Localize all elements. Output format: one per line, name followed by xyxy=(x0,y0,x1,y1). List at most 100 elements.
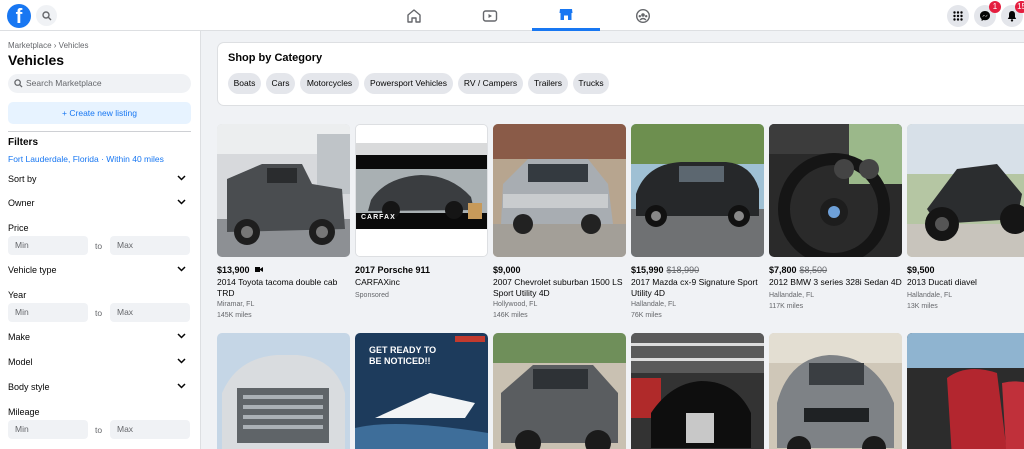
breadcrumb[interactable]: Marketplace › Vehicles xyxy=(8,41,88,50)
category-rv-campers[interactable]: RV / Campers xyxy=(458,73,523,94)
category-boats[interactable]: Boats xyxy=(228,73,261,94)
home-icon xyxy=(407,8,421,23)
sort-by-filter[interactable]: Sort by xyxy=(8,173,189,187)
listing-price: $13,900 xyxy=(217,265,264,275)
listing-location: Hallandale, FL xyxy=(769,292,815,299)
shop-by-category: Shop by Category Boats Cars Motorcycles … xyxy=(217,42,1024,106)
nav-groups[interactable] xyxy=(609,0,677,31)
chevron-down-icon xyxy=(177,266,186,272)
listing-mileage: 76K miles xyxy=(631,312,662,319)
page-title: Vehicles xyxy=(8,52,65,68)
listing-mileage: 13K miles xyxy=(907,303,938,310)
model-filter[interactable]: Model xyxy=(8,356,189,370)
mileage-to-label: to xyxy=(95,425,103,435)
listing-title: 2007 Chevrolet suburban 1500 LS Sport Ut… xyxy=(493,277,623,298)
nav-watch[interactable] xyxy=(456,0,524,31)
listing-photo[interactable] xyxy=(217,124,350,257)
listing-mileage: 145K miles xyxy=(217,312,252,319)
search-icon xyxy=(41,10,51,20)
search-input[interactable]: Search Marketplace xyxy=(8,74,191,93)
search-icon xyxy=(14,79,23,88)
marketplace-icon xyxy=(559,9,573,20)
listing-photo[interactable] xyxy=(493,124,626,257)
price-max-input[interactable]: Max xyxy=(110,236,190,255)
listing-location: Hallandale, FL xyxy=(631,301,677,308)
facebook-logo[interactable]: f xyxy=(7,4,31,28)
make-filter[interactable]: Make xyxy=(8,331,189,345)
top-navigation-bar: f 1 15 xyxy=(0,0,1024,31)
grid-menu-icon xyxy=(953,11,963,21)
listing-price-value: $7,800 xyxy=(769,265,797,275)
search-placeholder: Search Marketplace xyxy=(26,78,102,88)
nav-home[interactable] xyxy=(380,0,448,31)
listing-location: Hollywood, FL xyxy=(493,301,538,308)
make-label: Make xyxy=(8,332,31,342)
price-label: Price xyxy=(8,223,29,233)
video-badge-icon xyxy=(255,267,264,272)
create-listing-button[interactable]: + Create new listing xyxy=(8,102,191,124)
listing-photo[interactable] xyxy=(217,333,350,449)
vehicle-type-label: Vehicle type xyxy=(8,265,57,275)
listing-photo[interactable] xyxy=(907,333,1024,449)
listing-photo[interactable]: CARFAX xyxy=(355,124,488,257)
notifications-button[interactable]: 15 xyxy=(1001,1,1024,27)
model-label: Model xyxy=(8,357,33,367)
body-style-filter[interactable]: Body style xyxy=(8,381,189,395)
listing-old-price: $18,990 xyxy=(666,265,700,275)
listing-price-value: $15,990 xyxy=(631,265,664,275)
carfax-logo: CARFAX xyxy=(361,214,396,221)
nav-marketplace[interactable] xyxy=(532,0,600,31)
chevron-down-icon xyxy=(177,199,186,205)
messenger-button[interactable]: 1 xyxy=(974,1,1001,27)
category-powersport-vehicles[interactable]: Powersport Vehicles xyxy=(364,73,453,94)
mileage-label: Mileage xyxy=(8,407,40,417)
messenger-icon xyxy=(980,11,990,21)
listing-title: 2013 Ducati diavel xyxy=(907,277,977,287)
year-to-label: to xyxy=(95,308,103,318)
category-motorcycles[interactable]: Motorcycles xyxy=(300,73,359,94)
mileage-min-input[interactable]: Min xyxy=(8,420,88,439)
listing-location: Miramar, FL xyxy=(217,301,255,308)
price-to-label: to xyxy=(95,241,103,251)
listing-photo[interactable] xyxy=(907,124,1024,257)
category-title: Shop by Category xyxy=(228,52,323,64)
listing-old-price: $8,500 xyxy=(799,265,828,275)
listing-title: 2012 BMW 3 series 328i Sedan 4D xyxy=(769,277,902,287)
listing-photo[interactable] xyxy=(769,333,902,449)
vehicle-type-filter[interactable]: Vehicle type xyxy=(8,264,189,278)
chevron-down-icon xyxy=(177,383,186,389)
year-max-input[interactable]: Max xyxy=(110,303,190,322)
sidebar: Marketplace › Vehicles Vehicles Search M… xyxy=(0,31,201,449)
owner-filter[interactable]: Owner xyxy=(8,197,189,211)
listing-price-value: $13,900 xyxy=(217,265,250,275)
ad-photo[interactable]: GET READY TO BE NOTICED!! xyxy=(355,333,488,449)
listing-photo[interactable] xyxy=(631,124,764,257)
listing-photo[interactable] xyxy=(493,333,626,449)
listing-price: 2017 Porsche 911 xyxy=(355,265,431,275)
search-button[interactable] xyxy=(36,5,57,26)
sort-by-label: Sort by xyxy=(8,174,37,184)
listing-price-value: $9,500 xyxy=(907,265,935,275)
listing-mileage: 146K miles xyxy=(493,312,528,319)
owner-label: Owner xyxy=(8,198,35,208)
listing-price: $15,990 $18,990 xyxy=(631,265,699,275)
category-trailers[interactable]: Trailers xyxy=(528,73,568,94)
menu-button[interactable] xyxy=(947,5,969,27)
groups-icon xyxy=(635,8,651,23)
video-icon xyxy=(482,9,498,22)
price-min-input[interactable]: Min xyxy=(8,236,88,255)
category-cars[interactable]: Cars xyxy=(266,73,295,94)
listing-price: $7,800 $8,500 xyxy=(769,265,827,275)
category-trucks[interactable]: Trucks xyxy=(573,73,609,94)
listing-photo[interactable] xyxy=(769,124,902,257)
location-filter-link[interactable]: Fort Lauderdale, Florida · Within 40 mil… xyxy=(8,154,164,164)
listing-price: $9,000 xyxy=(493,265,521,275)
divider xyxy=(8,131,191,132)
mileage-max-input[interactable]: Max xyxy=(110,420,190,439)
bell-icon xyxy=(1007,11,1017,22)
listing-location: Hallandale, FL xyxy=(907,292,953,299)
listing-mileage: 117K miles xyxy=(769,303,804,310)
chevron-down-icon xyxy=(177,333,186,339)
year-min-input[interactable]: Min xyxy=(8,303,88,322)
listing-photo[interactable] xyxy=(631,333,764,449)
